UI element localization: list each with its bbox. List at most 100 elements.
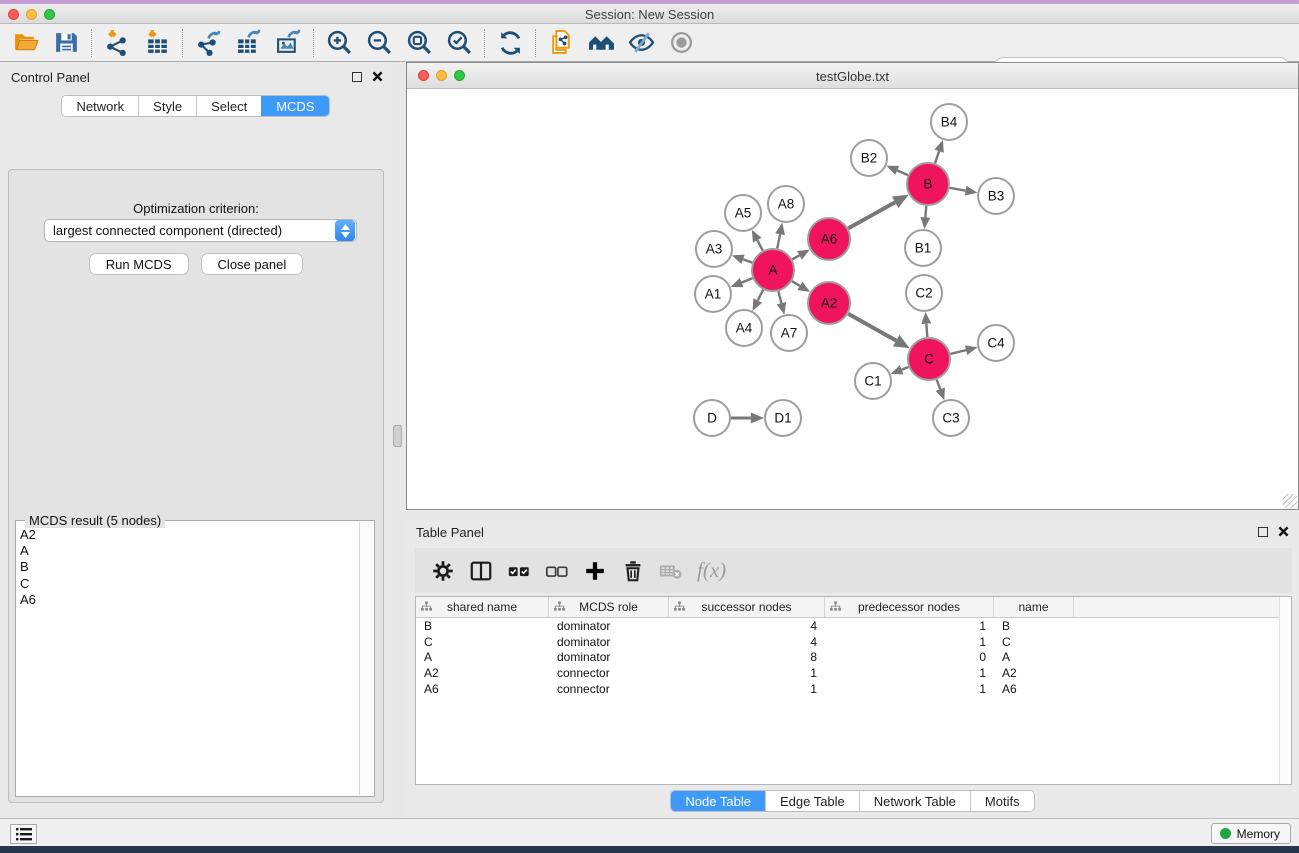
function-builder-icon[interactable]: f(x) — [693, 558, 726, 583]
show-graphics-details-icon[interactable] — [661, 26, 701, 60]
mcds-result-list[interactable]: A2ABCA6 — [18, 527, 358, 794]
run-mcds-button[interactable]: Run MCDS — [89, 253, 189, 275]
graph-node-A5[interactable]: A5 — [725, 195, 761, 231]
show-all-networks-icon[interactable] — [581, 26, 621, 60]
session-title: Session: New Session — [0, 7, 1299, 22]
graph-node-A2[interactable]: A2 — [808, 282, 850, 324]
hide-graphics-details-icon[interactable] — [621, 26, 661, 60]
import-table-icon[interactable] — [137, 26, 177, 60]
table-cell: A2 — [416, 665, 549, 681]
mcds-result-item[interactable]: C — [18, 576, 358, 592]
column-header-MCDS-role[interactable]: MCDS role — [549, 597, 669, 617]
graph-node-A3[interactable]: A3 — [696, 231, 732, 267]
table-row[interactable]: Bdominator41B — [416, 618, 1291, 634]
graph-edge-A-A7 — [778, 291, 781, 303]
network-canvas[interactable]: B4 B2 B B3 A8A5 A6 A3 B1 A A1 C2 A2 A4A7 C4 C C1 C3 D D1 — [407, 89, 1298, 509]
table-row[interactable]: Cdominator41C — [416, 634, 1291, 650]
zoom-fit-icon[interactable] — [399, 26, 439, 60]
table-options-gear-icon[interactable] — [427, 555, 458, 586]
deselect-all-checkboxes-icon[interactable] — [541, 555, 572, 586]
zoom-selected-icon[interactable] — [439, 26, 479, 60]
tab-select[interactable]: Select — [196, 96, 261, 116]
float-table-panel-icon[interactable] — [1258, 527, 1268, 537]
graph-node-A8[interactable]: A8 — [768, 186, 804, 222]
svg-text:D1: D1 — [774, 411, 791, 426]
delete-table-icon[interactable] — [655, 555, 686, 586]
graph-node-A6[interactable]: A6 — [808, 218, 850, 260]
refresh-icon[interactable] — [490, 26, 530, 60]
export-table-icon[interactable] — [228, 26, 268, 60]
graph-node-A7[interactable]: A7 — [771, 315, 807, 351]
mcds-result-item[interactable]: A2 — [18, 527, 358, 543]
table-row[interactable]: Adominator80A — [416, 649, 1291, 665]
network-graph[interactable]: B4 B2 B B3 A8A5 A6 A3 B1 A A1 C2 A2 A4A7 C4 C C1 C3 D D1 — [407, 89, 1298, 509]
select-all-checkboxes-icon[interactable] — [503, 555, 534, 586]
graph-node-B1[interactable]: B1 — [905, 230, 941, 266]
column-tree-icon — [554, 601, 565, 615]
export-image-icon[interactable] — [268, 26, 308, 60]
graph-node-C3[interactable]: C3 — [933, 400, 969, 436]
graph-node-D[interactable]: D — [694, 400, 730, 436]
tab-style[interactable]: Style — [138, 96, 196, 116]
table-tab-edge-table[interactable]: Edge Table — [765, 791, 859, 811]
close-panel-icon[interactable] — [372, 71, 383, 82]
close-panel-button[interactable]: Close panel — [201, 253, 304, 275]
column-view-icon[interactable] — [465, 555, 496, 586]
svg-text:C3: C3 — [942, 411, 959, 426]
tab-mcds[interactable]: MCDS — [261, 96, 328, 116]
table-panel-title: Table Panel — [416, 525, 484, 540]
column-header-successor-nodes[interactable]: successor nodes — [669, 597, 825, 617]
open-file-icon[interactable] — [6, 26, 46, 60]
graph-edge-A-A5 — [757, 240, 762, 250]
graph-node-B4[interactable]: B4 — [931, 104, 967, 140]
criterion-dropdown[interactable]: largest connected component (directed) — [44, 219, 357, 242]
add-column-icon[interactable] — [579, 555, 610, 586]
graph-node-B[interactable]: B — [907, 163, 949, 205]
table-scrollbar[interactable] — [1279, 597, 1291, 784]
table-cell: A — [994, 649, 1074, 665]
close-table-panel-icon[interactable] — [1278, 526, 1289, 537]
column-header-predecessor-nodes[interactable]: predecessor nodes — [825, 597, 994, 617]
table-cell: B — [994, 618, 1074, 634]
graph-node-B2[interactable]: B2 — [851, 140, 887, 176]
delete-columns-icon[interactable] — [617, 555, 648, 586]
table-cell: A — [416, 649, 549, 665]
table-row[interactable]: A2connector11A2 — [416, 665, 1291, 681]
graph-node-C[interactable]: C — [908, 338, 950, 380]
table-tab-node-table[interactable]: Node Table — [671, 791, 765, 811]
mcds-result-item[interactable]: A — [18, 543, 358, 559]
mcds-list-scrollbar[interactable] — [359, 522, 373, 795]
graph-edge-A-A3 — [743, 259, 752, 262]
zoom-out-icon[interactable] — [359, 26, 399, 60]
graph-node-C1[interactable]: C1 — [855, 363, 891, 399]
graph-node-C4[interactable]: C4 — [978, 325, 1014, 361]
graph-node-A[interactable]: A — [752, 249, 794, 291]
graph-node-C2[interactable]: C2 — [906, 275, 942, 311]
table-tab-motifs[interactable]: Motifs — [970, 791, 1034, 811]
import-network-icon[interactable] — [97, 26, 137, 60]
splitpane-handle[interactable] — [393, 425, 402, 447]
export-network-icon[interactable] — [188, 26, 228, 60]
resize-grip-icon[interactable] — [1283, 494, 1297, 508]
graph-node-B3[interactable]: B3 — [978, 178, 1014, 214]
table-tab-network-table[interactable]: Network Table — [859, 791, 970, 811]
graph-node-A1[interactable]: A1 — [695, 276, 731, 312]
task-history-button[interactable] — [10, 824, 37, 844]
table-row[interactable]: A6connector11A6 — [416, 681, 1291, 697]
graph-node-D1[interactable]: D1 — [765, 400, 801, 436]
mcds-result-item[interactable]: A6 — [18, 592, 358, 608]
table-toolbar: f(x) — [415, 548, 1292, 593]
column-header-shared-name[interactable]: shared name — [416, 597, 549, 617]
duplicate-network-icon[interactable] — [541, 26, 581, 60]
zoom-in-icon[interactable] — [319, 26, 359, 60]
graph-edge-B-B1 — [925, 206, 926, 217]
mcds-result-item[interactable]: B — [18, 559, 358, 575]
network-window-titlebar[interactable]: testGlobe.txt — [407, 63, 1298, 89]
graph-node-A4[interactable]: A4 — [726, 310, 762, 346]
tab-network[interactable]: Network — [62, 96, 138, 116]
toolbar-separator — [182, 29, 183, 57]
save-session-icon[interactable] — [46, 26, 86, 60]
float-panel-icon[interactable] — [352, 72, 362, 82]
column-header-name[interactable]: name — [994, 597, 1074, 617]
memory-button[interactable]: Memory — [1211, 823, 1291, 844]
